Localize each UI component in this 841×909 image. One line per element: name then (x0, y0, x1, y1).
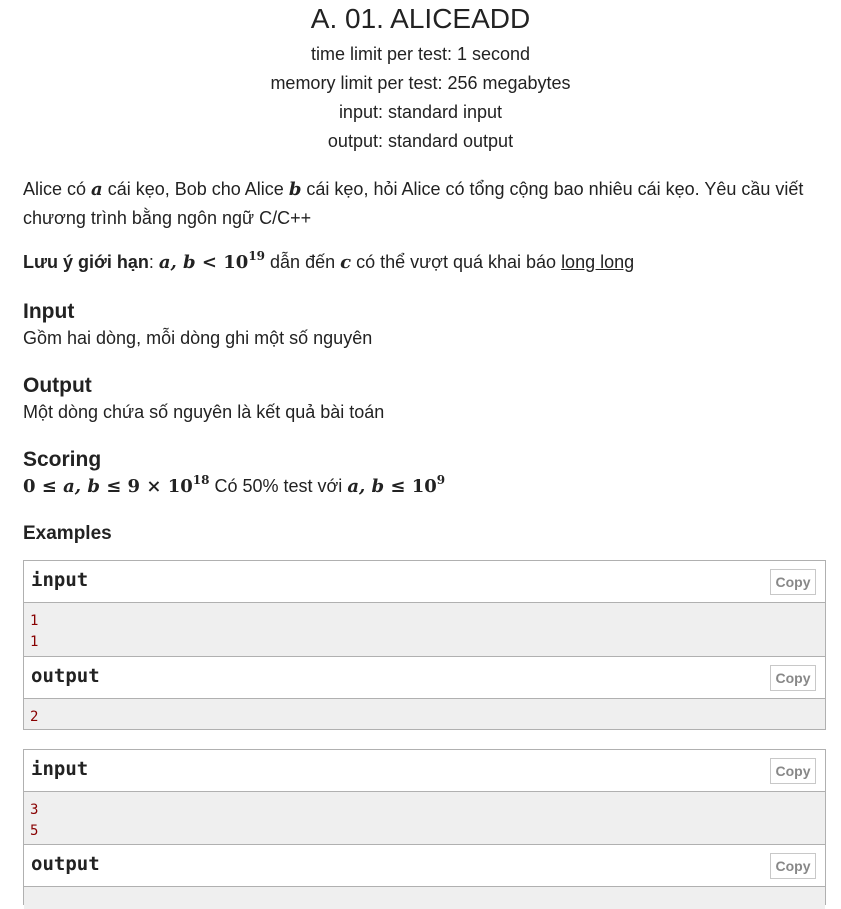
math-exponent: 19 (248, 249, 266, 263)
note-paragraph: Lưu ý giới hạn: a, b < 1019 dẫn đến c có… (23, 248, 826, 277)
statement-paragraph: Alice có a cái kẹo, Bob cho Alice b cái … (23, 175, 826, 232)
note-colon: : (148, 252, 159, 272)
scoring-section-title: Scoring (23, 448, 102, 471)
example-output-label: output (31, 853, 100, 875)
example-input-header: input Copy (24, 561, 825, 603)
example-input-label: input (31, 758, 89, 780)
output-section-title: Output (23, 374, 92, 397)
example-output-header: output Copy (24, 845, 825, 887)
math-exponent: 18 (192, 473, 210, 487)
input-section-text: Gồm hai dòng, mỗi dòng ghi một số nguyên (23, 328, 373, 348)
problem-content: Alice có a cái kẹo, Bob cho Alice b cái … (23, 175, 826, 546)
example-2-input: input Copy 3 5 (23, 749, 826, 846)
output-section-text: Một dòng chứa số nguyên là kết quả bài t… (23, 402, 385, 422)
note-text: dẫn đến (265, 252, 341, 272)
math-exponent: 9 (436, 473, 446, 487)
scoring-section-text: 0 ≤ a, b ≤ 9 × 1018 Có 50% test với a, b… (23, 473, 826, 500)
math-expr: ≤ 10 (384, 476, 437, 497)
example-output-body (24, 887, 825, 909)
example-2-output: output Copy (23, 844, 826, 909)
copy-button[interactable]: Copy (770, 853, 816, 879)
example-1-output: output Copy 2 (23, 656, 826, 730)
example-line: 5 (30, 823, 39, 839)
long-long-link[interactable]: long long (561, 252, 634, 272)
example-line: 1 (30, 613, 39, 629)
problem-header: A. 01. ALICEADD time limit per test: 1 s… (0, 0, 841, 156)
scoring-text: Có 50% test với (209, 476, 348, 496)
example-input-header: input Copy (24, 750, 825, 792)
examples-title: Examples (23, 523, 112, 544)
statement-text: Alice có (23, 179, 92, 199)
example-input-label: input (31, 569, 89, 591)
math-vars: a, b (347, 476, 385, 497)
math-expr: ≤ 9 × 10 (99, 476, 193, 497)
memory-limit: memory limit per test: 256 megabytes (270, 73, 571, 93)
copy-button[interactable]: Copy (770, 569, 816, 595)
example-1-input: input Copy 1 1 (23, 560, 826, 657)
input-section: Input Gồm hai dòng, mỗi dòng ghi một số … (23, 299, 826, 351)
note-text: có thể vượt quá khai báo (351, 252, 562, 272)
math-expr: 0 ≤ (23, 476, 64, 497)
example-output-body: 2 (24, 699, 825, 729)
math-var-a: a (91, 179, 103, 200)
problem-title: A. 01. ALICEADD (310, 3, 531, 34)
example-input-body: 1 1 (24, 603, 825, 656)
copy-button[interactable]: Copy (770, 758, 816, 784)
output-source: output: standard output (327, 131, 514, 151)
note-label: Lưu ý giới hạn (23, 252, 149, 272)
input-section-title: Input (23, 300, 75, 323)
math-var-c: c (340, 252, 352, 273)
example-line: 2 (30, 709, 39, 725)
copy-button[interactable]: Copy (770, 665, 816, 691)
example-input-body: 3 5 (24, 792, 825, 845)
math-var-b: b (288, 179, 302, 200)
example-output-header: output Copy (24, 657, 825, 699)
example-line: 1 (30, 634, 39, 650)
math-vars: a, b (63, 476, 100, 497)
scoring-section: Scoring 0 ≤ a, b ≤ 9 × 1018 Có 50% test … (23, 447, 826, 500)
statement-text: cái kẹo, Bob cho Alice (102, 179, 289, 199)
output-section: Output Một dòng chứa số nguyên là kết qu… (23, 373, 826, 425)
math-vars: a, b (158, 252, 196, 273)
example-output-label: output (31, 665, 100, 687)
input-source: input: standard input (338, 102, 503, 122)
examples-container: input Copy 1 1 output Copy 2 input Copy … (23, 560, 826, 909)
example-line: 3 (30, 802, 39, 818)
time-limit: time limit per test: 1 second (310, 44, 531, 64)
math-expr: < 10 (195, 252, 249, 273)
